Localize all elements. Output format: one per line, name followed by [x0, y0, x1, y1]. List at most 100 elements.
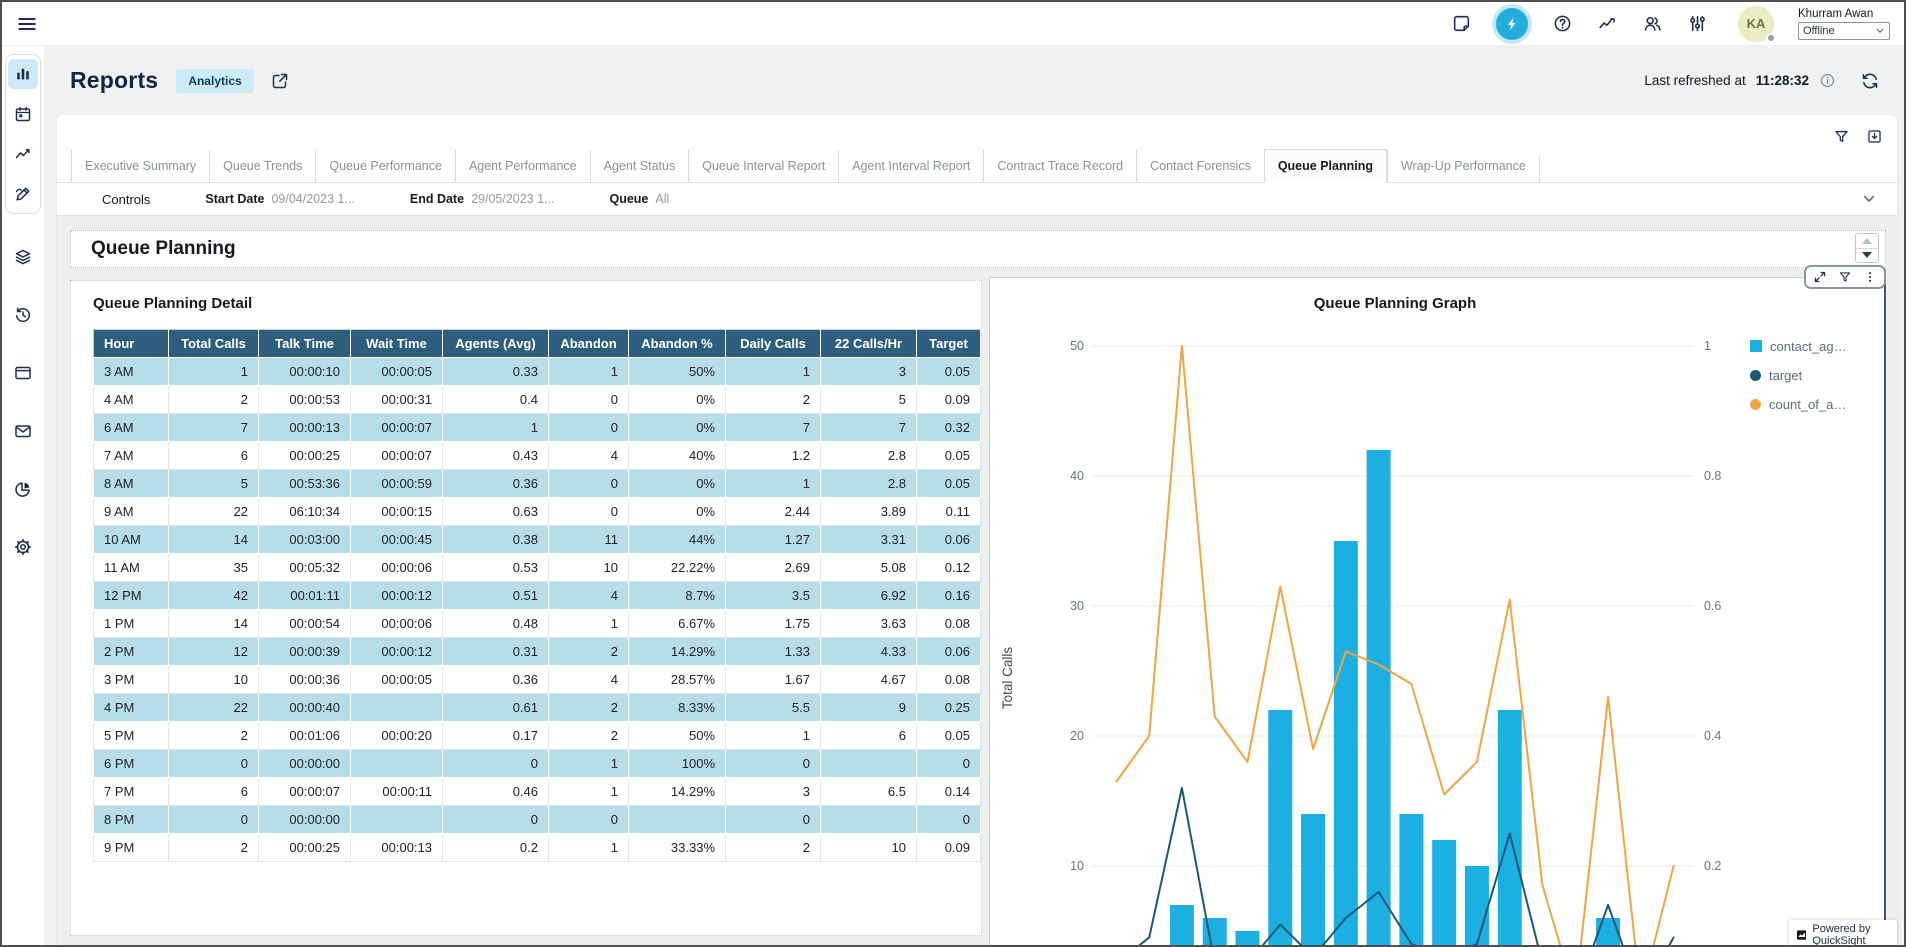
expand-icon[interactable]	[1813, 270, 1827, 284]
tab-agent-interval-report[interactable]: Agent Interval Report	[838, 150, 983, 182]
table-row[interactable]: 10 AM1400:03:0000:00:450.381144%1.273.31…	[94, 526, 981, 554]
column-header[interactable]: Abandon %	[629, 330, 726, 358]
table-row[interactable]: 3 AM100:00:1000:00:050.33150%130.05	[94, 358, 981, 386]
column-header[interactable]: Talk Time	[259, 330, 351, 358]
table-cell: 0	[549, 498, 629, 526]
caret-up-icon	[1862, 238, 1872, 244]
tab-queue-trends[interactable]: Queue Trends	[209, 150, 315, 182]
tab-queue-planning[interactable]: Queue Planning	[1264, 149, 1387, 183]
download-icon[interactable]	[1866, 128, 1883, 145]
info-icon[interactable]	[1819, 72, 1836, 89]
sidebar-item-calendar[interactable]	[8, 99, 38, 129]
table-cell: 00:00:59	[351, 470, 443, 498]
column-header[interactable]: Abandon	[549, 330, 629, 358]
sliders-icon[interactable]	[1687, 13, 1708, 34]
column-header[interactable]: Hour	[94, 330, 169, 358]
legend-item-target[interactable]: target	[1750, 365, 1847, 385]
table-cell: 00:00:10	[259, 358, 351, 386]
table-cell: 0.46	[443, 778, 549, 806]
table-row[interactable]: 8 AM500:53:3600:00:590.3600%12.80.05	[94, 470, 981, 498]
tab-agent-performance[interactable]: Agent Performance	[455, 150, 590, 182]
queue-planning-table[interactable]: HourTotal CallsTalk TimeWait TimeAgents …	[93, 329, 981, 862]
sidebar-item-window[interactable]	[8, 358, 38, 388]
tab-queue-performance[interactable]: Queue Performance	[315, 150, 455, 182]
table-row[interactable]: 4 PM2200:00:400.6128.33%5.590.25	[94, 694, 981, 722]
scroll-down-button[interactable]	[1856, 249, 1878, 263]
sidebar-item-gear[interactable]	[8, 532, 38, 562]
table-row[interactable]: 6 AM700:00:1300:00:07100%770.32	[94, 414, 981, 442]
table-row[interactable]: 9 AM2206:10:3400:00:150.6300%2.443.890.1…	[94, 498, 981, 526]
column-header[interactable]: Agents (Avg)	[443, 330, 549, 358]
legend-item-count_of_a[interactable]: count_of_a…	[1750, 394, 1847, 414]
sidebar-rest	[2, 242, 44, 562]
sidebar-item-history[interactable]	[8, 300, 38, 330]
table-row[interactable]: 7 AM600:00:2500:00:070.43440%1.22.80.05	[94, 442, 981, 470]
scroll-up-button[interactable]	[1856, 234, 1878, 249]
table-row[interactable]: 7 PM600:00:0700:00:110.46114.29%36.50.14	[94, 778, 981, 806]
filter-label: End Date	[410, 192, 464, 206]
table-cell: 00:00:20	[351, 722, 443, 750]
legend-item-bars[interactable]: contact_ag…	[1750, 336, 1847, 356]
status-dot	[1766, 33, 1776, 43]
table-cell: 0.43	[443, 442, 549, 470]
table-row[interactable]: 8 PM000:00:000000	[94, 806, 981, 834]
sidebar-item-mail[interactable]	[8, 416, 38, 446]
panel-filter-icon[interactable]	[1838, 270, 1852, 284]
avatar[interactable]: KA	[1738, 6, 1774, 42]
sidebar-item-bar-chart[interactable]	[8, 59, 38, 89]
filter-queue[interactable]: QueueAll	[609, 192, 669, 206]
external-link-icon[interactable]	[270, 71, 290, 91]
table-cell: 00:00:25	[259, 834, 351, 862]
table-row[interactable]: 2 PM1200:00:3900:00:120.31214.29%1.334.3…	[94, 638, 981, 666]
sidebar-item-design[interactable]	[8, 179, 38, 209]
refresh-icon[interactable]	[1860, 71, 1880, 91]
table-cell: 35	[169, 554, 259, 582]
filter-end-date[interactable]: End Date29/05/2023 1...	[410, 192, 555, 206]
metrics-icon[interactable]	[1597, 13, 1618, 34]
report-tabs: Executive SummaryQueue TrendsQueue Perfo…	[57, 145, 1897, 183]
table-cell: 44%	[629, 526, 726, 554]
legend-marker	[1750, 340, 1762, 352]
table-row[interactable]: 6 PM000:00:0001100%00	[94, 750, 981, 778]
tab-contract-trace-record[interactable]: Contract Trace Record	[983, 150, 1136, 182]
table-cell: 7 AM	[94, 442, 169, 470]
tab-contact-forensics[interactable]: Contact Forensics	[1136, 150, 1264, 182]
table-cell: 00:00:07	[351, 414, 443, 442]
column-header[interactable]: Wait Time	[351, 330, 443, 358]
table-cell: 0.32	[917, 414, 981, 442]
tab-queue-interval-report[interactable]: Queue Interval Report	[688, 150, 838, 182]
menu-icon[interactable]	[16, 13, 38, 35]
column-header[interactable]: Target	[917, 330, 981, 358]
column-header[interactable]: Total Calls	[169, 330, 259, 358]
powered-by-badge[interactable]: Powered by QuickSight	[1789, 920, 1897, 945]
lightning-icon[interactable]	[1496, 8, 1528, 40]
tab-wrap-up-performance[interactable]: Wrap-Up Performance	[1387, 150, 1539, 182]
table-cell: 6 AM	[94, 414, 169, 442]
kebab-menu-icon[interactable]	[1863, 270, 1877, 284]
sidebar-item-pie-chart[interactable]	[8, 474, 38, 504]
table-row[interactable]: 9 PM200:00:2500:00:130.2133.33%2100.09	[94, 834, 981, 862]
help-icon[interactable]	[1552, 13, 1573, 34]
table-row[interactable]: 3 PM1000:00:3600:00:050.36428.57%1.674.6…	[94, 666, 981, 694]
tab-executive-summary[interactable]: Executive Summary	[71, 150, 209, 182]
filter-start-date[interactable]: Start Date09/04/2023 1...	[205, 192, 354, 206]
powered-by-text: Powered by QuickSight	[1812, 923, 1889, 945]
column-header[interactable]: 22 Calls/Hr	[821, 330, 917, 358]
table-row[interactable]: 5 PM200:01:0600:00:200.17250%160.05	[94, 722, 981, 750]
table-row[interactable]: 1 PM1400:00:5400:00:060.4816.67%1.753.63…	[94, 610, 981, 638]
controls-collapse-icon[interactable]	[1861, 191, 1877, 207]
table-row[interactable]: 4 AM200:00:5300:00:310.400%250.09	[94, 386, 981, 414]
sidebar-item-line-chart[interactable]	[8, 139, 38, 169]
table-row[interactable]: 12 PM4200:01:1100:00:120.5148.7%3.56.920…	[94, 582, 981, 610]
table-row[interactable]: 11 AM3500:05:3200:00:060.531022.22%2.695…	[94, 554, 981, 582]
sidebar-item-layers[interactable]	[8, 242, 38, 272]
table-cell: 22.22%	[629, 554, 726, 582]
notes-icon[interactable]	[1451, 13, 1472, 34]
users-icon[interactable]	[1642, 13, 1663, 34]
tab-agent-status[interactable]: Agent Status	[590, 150, 689, 182]
column-header[interactable]: Daily Calls	[726, 330, 821, 358]
table-cell: 0	[549, 414, 629, 442]
status-select[interactable]: Offline	[1798, 22, 1890, 40]
table-cell: 0.08	[917, 666, 981, 694]
filter-icon[interactable]	[1833, 128, 1850, 145]
